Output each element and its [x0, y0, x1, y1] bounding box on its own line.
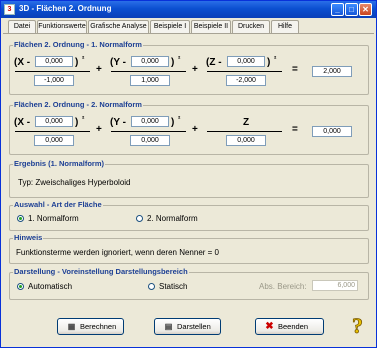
group-title-result: Ergebnis (1. Normalform) — [13, 159, 106, 168]
plus-sign-4: + — [192, 124, 198, 135]
app-icon: 3 — [4, 4, 15, 15]
tab-datei[interactable]: Datei — [8, 20, 36, 33]
radio-automatic-label[interactable]: Automatisch — [28, 282, 72, 291]
y-label: (Y - — [110, 57, 126, 68]
minimize-button[interactable]: _ — [331, 3, 344, 16]
x-square: ² — [82, 56, 85, 63]
equals-sign: = — [292, 64, 298, 75]
result-input[interactable]: 2,000 — [312, 66, 352, 77]
chart-icon: ▤ — [164, 322, 173, 331]
b-input-2[interactable]: 0,000 — [130, 135, 170, 146]
a-input-2[interactable]: 0,000 — [34, 135, 74, 146]
tab-divider — [3, 33, 374, 34]
y-fraction-line — [111, 71, 186, 72]
radio-normal-form-2[interactable] — [136, 215, 143, 222]
x-fraction-line-2 — [15, 131, 90, 132]
z-label-2: Z — [243, 117, 250, 128]
x0-input-2[interactable]: 0,000 — [35, 116, 73, 127]
quit-button-label: Beenden — [278, 322, 309, 331]
radio-normal-form-1[interactable] — [17, 215, 24, 222]
calculator-icon: ▦ — [67, 322, 76, 331]
z-close-paren: ) — [267, 57, 271, 68]
close-button[interactable]: ✕ — [359, 3, 372, 16]
range-input[interactable]: 6,000 — [312, 280, 358, 291]
y-square: ² — [178, 56, 181, 63]
group-title-display-range: Darstellung - Voreinstellung Darstellung… — [13, 267, 189, 276]
group-title-form2: Flächen 2. Ordnung - 2. Normalform — [13, 100, 143, 109]
app-window: 3 3D - Flächen 2. Ordnung _ □ ✕ Datei Fu… — [0, 0, 377, 348]
b-input[interactable]: 1,000 — [130, 75, 170, 86]
window-title: 3D - Flächen 2. Ordnung — [19, 4, 112, 13]
plus-sign-3: + — [96, 124, 102, 135]
z-label: (Z - — [206, 57, 222, 68]
z0-input[interactable]: 0,000 — [227, 56, 265, 67]
z-square: ² — [274, 56, 277, 63]
calculate-button-label: Berechnen — [80, 322, 117, 331]
radio-static[interactable] — [148, 283, 155, 290]
y-label-2: (Y - — [110, 117, 126, 128]
calculate-button[interactable]: ▦ Berechnen — [57, 318, 124, 335]
c-input-2[interactable]: 0,000 — [226, 135, 266, 146]
plus-sign-2: + — [192, 64, 198, 75]
range-label: Abs. Bereich: — [259, 282, 307, 291]
c-input[interactable]: -2,000 — [226, 75, 266, 86]
tab-drucken[interactable]: Drucken — [232, 20, 270, 33]
radio-normal-form-1-label[interactable]: 1. Normalform — [28, 214, 79, 223]
group-result: Ergebnis (1. Normalform) Typ: Zweischali… — [9, 159, 369, 198]
close-x-icon: ✖ — [265, 321, 274, 332]
display-button-label: Darstellen — [177, 322, 211, 331]
maximize-button[interactable]: □ — [345, 3, 358, 16]
y-fraction-line-2 — [111, 131, 186, 132]
result-text: Typ: Zweischaliges Hyperboloid — [18, 178, 131, 187]
tab-beispiele-2[interactable]: Beispiele II — [191, 20, 231, 33]
hint-text: Funktionsterme werden ignoriert, wenn de… — [16, 248, 219, 257]
x-label: (X - — [14, 57, 31, 68]
a-input[interactable]: -1,000 — [34, 75, 74, 86]
radio-automatic[interactable] — [17, 283, 24, 290]
title-bar[interactable]: 3 3D - Flächen 2. Ordnung _ □ ✕ — [1, 1, 376, 18]
radio-normal-form-2-label[interactable]: 2. Normalform — [147, 214, 198, 223]
tab-beispiele-1[interactable]: Beispiele I — [150, 20, 190, 33]
radio-static-label[interactable]: Statisch — [159, 282, 187, 291]
tab-hilfe[interactable]: Hilfe — [271, 20, 299, 33]
equals-sign-2: = — [292, 124, 298, 135]
group-title-form1: Flächen 2. Ordnung - 1. Normalform — [13, 40, 143, 49]
result-input-2[interactable]: 0,000 — [312, 126, 352, 137]
group-title-hint: Hinweis — [13, 233, 44, 242]
z-fraction-line-2 — [207, 131, 282, 132]
plus-sign-1: + — [96, 64, 102, 75]
group-normal-form-2: Flächen 2. Ordnung - 2. Normalform (X - … — [9, 100, 369, 155]
quit-button[interactable]: ✖ Beenden — [255, 318, 324, 335]
display-button[interactable]: ▤ Darstellen — [154, 318, 221, 335]
y-close-paren-2: ) — [171, 117, 175, 128]
x-close-paren-2: ) — [75, 117, 79, 128]
y-close-paren: ) — [171, 57, 175, 68]
group-display-range: Darstellung - Voreinstellung Darstellung… — [9, 267, 369, 300]
y-square-2: ² — [178, 116, 181, 123]
x-square-2: ² — [82, 116, 85, 123]
group-normal-form-1: Flächen 2. Ordnung - 1. Normalform (X - … — [9, 40, 369, 95]
x-close-paren: ) — [75, 57, 79, 68]
help-question-icon[interactable]: ? — [350, 313, 370, 339]
group-surface-type: Auswahl - Art der Fläche 1. Normalform 2… — [9, 200, 369, 231]
x-fraction-line — [15, 71, 90, 72]
svg-text:?: ? — [352, 313, 363, 335]
tab-grafische-analyse[interactable]: Grafische Analyse — [88, 20, 149, 33]
x0-input[interactable]: 0,000 — [35, 56, 73, 67]
tab-funktionswerte[interactable]: Funktionswerte — [37, 20, 87, 33]
group-title-surface-type: Auswahl - Art der Fläche — [13, 200, 103, 209]
group-hint: Hinweis Funktionsterme werden ignoriert,… — [9, 233, 369, 264]
y0-input-2[interactable]: 0,000 — [131, 116, 169, 127]
x-label-2: (X - — [14, 117, 31, 128]
y0-input[interactable]: 0,000 — [131, 56, 169, 67]
z-fraction-line — [207, 71, 282, 72]
